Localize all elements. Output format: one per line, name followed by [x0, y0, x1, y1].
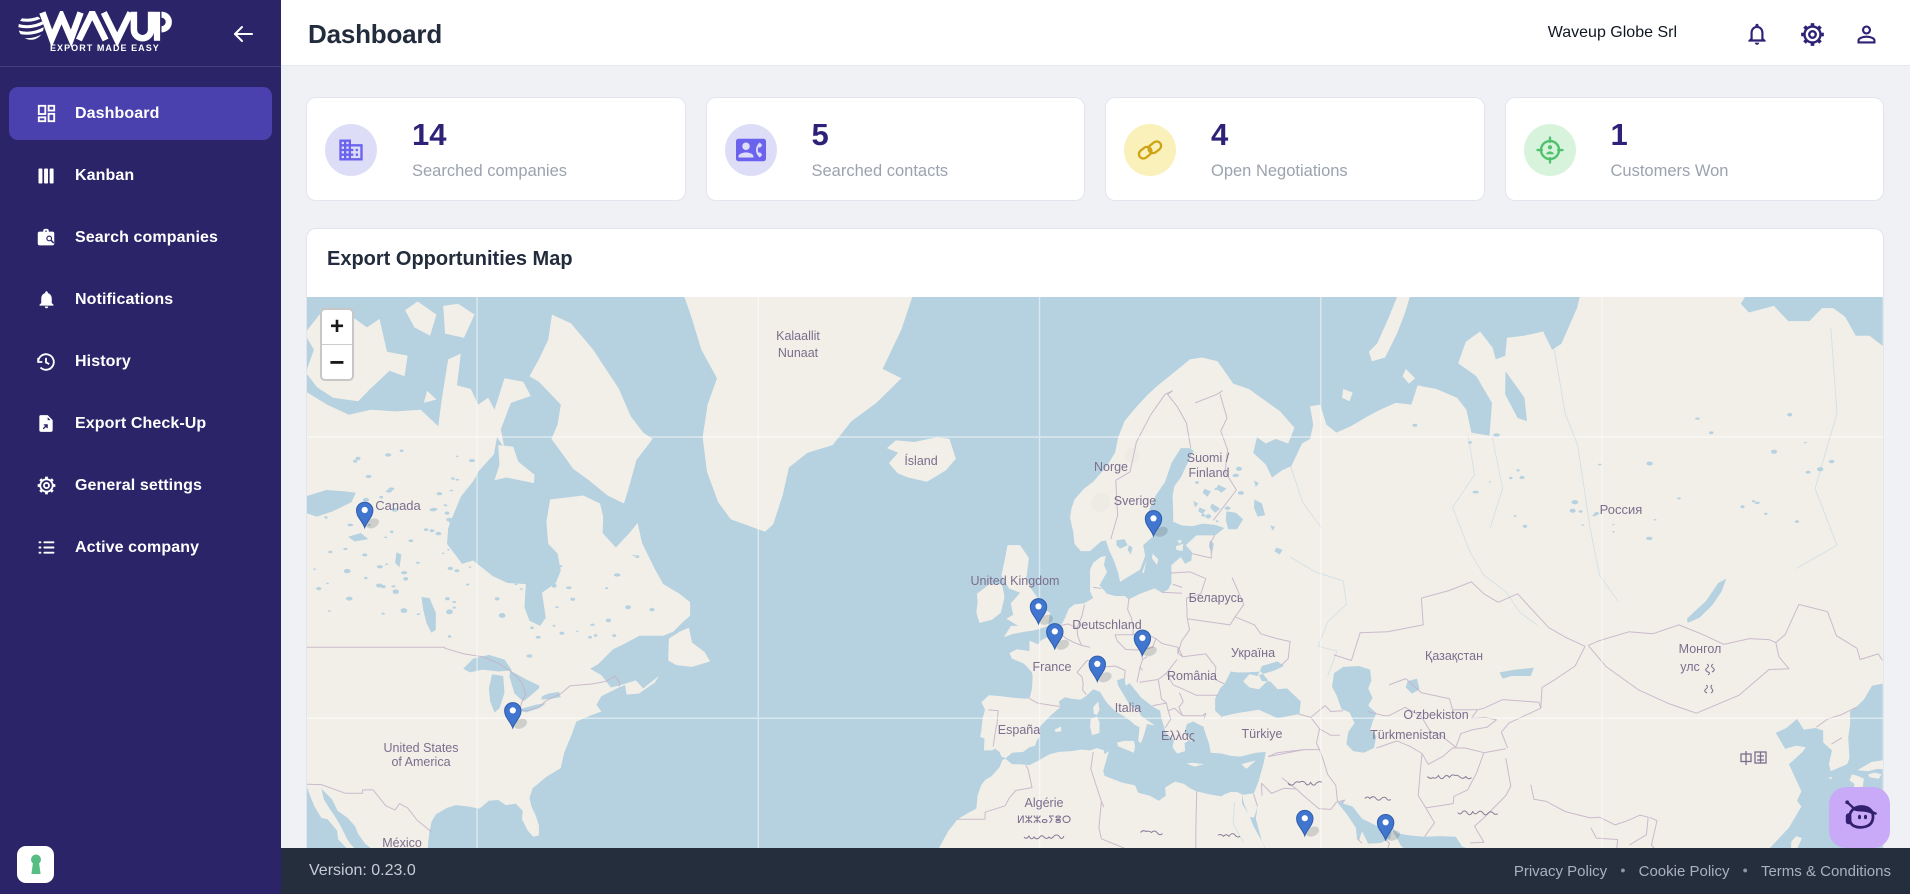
svg-text:улс: улс — [1680, 660, 1700, 674]
svg-text:Kalaallit: Kalaallit — [776, 329, 820, 343]
svg-text:Ísland: Ísland — [904, 453, 937, 468]
svg-text:Suomi /: Suomi / — [1187, 451, 1230, 465]
svg-text:Italia: Italia — [1115, 701, 1141, 715]
svg-text:Canada: Canada — [375, 498, 421, 513]
svg-text:EXPORT MADE EASY: EXPORT MADE EASY — [50, 43, 160, 53]
svg-text:Монгол: Монгол — [1679, 642, 1722, 656]
svg-text:United States: United States — [383, 741, 458, 755]
svg-text:Россия: Россия — [1600, 502, 1643, 517]
svg-text:Қазақстан: Қазақстан — [1425, 649, 1483, 663]
svg-text:România: România — [1167, 669, 1217, 683]
svg-text:España: España — [998, 723, 1040, 737]
svg-text:Türkmenistan: Türkmenistan — [1370, 728, 1446, 742]
svg-text:ⵍⵣⵣⴰⵢⴻⵔ: ⵍⵣⵣⴰⵢⴻⵔ — [1017, 814, 1072, 826]
svg-text:Ελλάς: Ελλάς — [1161, 729, 1195, 743]
svg-text:Deutschland: Deutschland — [1072, 618, 1142, 632]
svg-text:Nunaat: Nunaat — [778, 346, 819, 360]
svg-text:Algérie: Algérie — [1025, 796, 1064, 810]
svg-text:United Kingdom: United Kingdom — [971, 574, 1060, 588]
svg-text:Türkiye: Türkiye — [1242, 727, 1283, 741]
svg-text:Norge: Norge — [1094, 460, 1128, 474]
svg-text:O‘zbekiston: O‘zbekiston — [1403, 708, 1468, 722]
svg-text:Sverige: Sverige — [1114, 494, 1156, 508]
svg-text:of America: of America — [391, 755, 450, 769]
svg-text:Україна: Україна — [1231, 646, 1275, 660]
svg-text:France: France — [1033, 660, 1072, 674]
svg-text:Беларусь: Беларусь — [1189, 591, 1244, 605]
svg-text:Finland: Finland — [1189, 466, 1230, 480]
